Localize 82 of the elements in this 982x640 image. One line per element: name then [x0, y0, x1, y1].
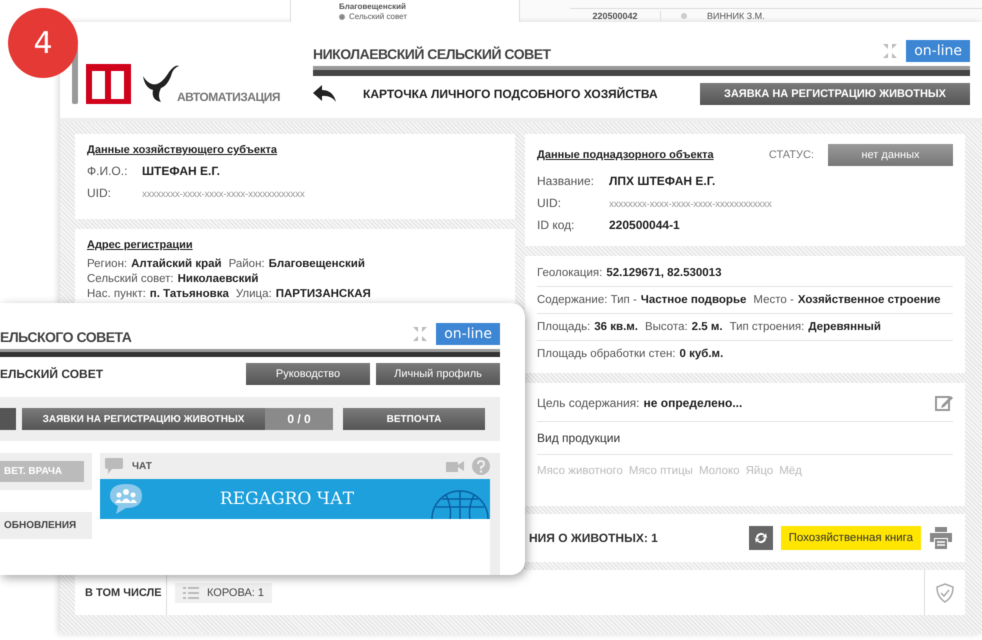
collapse-icon[interactable] [412, 326, 428, 342]
household-book-button[interactable]: Похозяйственная книга [780, 526, 921, 550]
field-value: 36 кв.м. [594, 321, 638, 333]
field-value: не определено... [644, 396, 742, 410]
shield-check-icon [936, 582, 954, 602]
request-counter: 0 / 0 [265, 408, 333, 430]
card-title: КАРТОЧКА ЛИЧНОГО ПОДСОБНОГО ХОЗЯЙСТВА [363, 87, 659, 101]
edit-icon[interactable] [935, 394, 953, 412]
field-value: п. Татьяновка [150, 288, 229, 300]
status-value: нет данных [828, 144, 953, 166]
field-value: Николаевский [178, 273, 258, 285]
header-button[interactable]: Руководство [246, 363, 370, 385]
refresh-button[interactable] [748, 526, 773, 550]
step-badge: 4 [8, 8, 78, 78]
list-icon [183, 586, 199, 598]
field-value: Хозяйственное строение [798, 294, 940, 306]
field-value: 2.5 м. [692, 321, 723, 333]
field-value: ПАРТИЗАНСКАЯ [276, 288, 371, 300]
speech-bubble-icon [104, 457, 124, 475]
field-label: Площадь обработки стен: [537, 348, 676, 360]
section-heading: Данные поднадзорного объекта [537, 149, 715, 161]
table-cell: ВИННИК З.М. [707, 10, 765, 20]
window-title: НИКОЛАЕВСКИЙ СЕЛЬСКИЙ СОВЕТ [313, 46, 551, 62]
chat-title: ЧАТ [132, 460, 153, 472]
field-label: Район: [228, 258, 265, 270]
menu-button[interactable]: ЗАЯВКИ НА РЕГИСТРАЦИЮ ЖИВОТНЫХ [22, 408, 265, 430]
field-label: Содержание: Тип - [537, 294, 637, 306]
radio-label: Сельский совет [349, 12, 408, 22]
field-value: ШТЕФАН Е.Г. [142, 164, 220, 178]
field-label: Сельский совет: [87, 273, 174, 285]
section-heading: Адрес регистрации [87, 239, 194, 251]
field-label: Нас. пункт: [87, 288, 146, 300]
animals-title: НИЯ О ЖИВОТНЫХ: 1 [528, 531, 659, 545]
collapse-icon[interactable] [882, 43, 898, 59]
field-value: 0 куб.м. [680, 348, 724, 360]
field-label: Название: [537, 174, 595, 188]
register-animals-button[interactable]: ЗАЯВКА НА РЕГИСТРАЦИЮ ЖИВОТНЫХ [700, 83, 970, 105]
field-label: Тип строения: [730, 321, 804, 333]
field-value: ЛПХ ШТЕФАН Е.Г. [609, 174, 716, 188]
chat-banner-title: REGAGRO ЧАТ [218, 489, 356, 509]
field-value: 52.129671, 82.530013 [606, 267, 722, 279]
field-value: Благовещенский [268, 258, 365, 270]
products-heading: Вид продукции [537, 431, 620, 445]
district-label: Благовещенский [339, 2, 407, 12]
field-label: UID: [537, 196, 562, 210]
window-subtitle: ЕЛЬСКИЙ СОВЕТ [0, 367, 104, 381]
field-value: xxxxxxxx-xxxx-xxxx-xxxx-xxxxxxxxxxxx [142, 189, 305, 200]
field-label: Высота: [644, 321, 688, 333]
logo-mark-icon [86, 64, 131, 104]
header-button[interactable]: Личный профиль [376, 363, 500, 385]
field-value: 220500044-1 [609, 218, 680, 232]
logo-caption: АВТОМАТИЗАЦИЯ [177, 90, 280, 104]
field-label: UID: [87, 186, 112, 200]
animal-count-tag: КОРОВА: 1 [175, 582, 272, 602]
dot-icon [681, 12, 687, 18]
help-icon[interactable] [472, 457, 490, 475]
refresh-icon [754, 531, 768, 545]
field-label: Улица: [236, 288, 272, 300]
section-heading: Данные хозяйствующего субъекта [87, 144, 278, 156]
field-label: Регион: [87, 258, 128, 270]
online-status: on-line [436, 323, 500, 345]
field-value: xxxxxxxx-xxxx-xxxx-xxxx-xxxxxxxxxxxx [609, 199, 772, 210]
people-bubble-icon [108, 483, 144, 515]
menu-button[interactable]: ВЕТПОЧТА [343, 408, 485, 430]
status-label: СТАТУС: [768, 149, 814, 161]
field-value: Частное подворье [640, 294, 746, 306]
printer-icon[interactable] [929, 527, 953, 549]
field-value: Деревянный [808, 321, 881, 333]
field-label: Цель содержания: [537, 396, 640, 410]
side-section[interactable]: ОБНОВЛЕНИЯ [0, 512, 92, 539]
video-camera-icon[interactable] [446, 460, 464, 472]
field-label: Место - [753, 294, 794, 306]
field-label: Площадь: [537, 321, 590, 333]
window-title: ЕЛЬСКОГО СОВЕТА [0, 329, 132, 345]
table-cell: 220500042 [570, 10, 661, 20]
back-icon[interactable] [313, 85, 337, 103]
field-label: Геолокация: [537, 267, 602, 279]
radio-button[interactable] [339, 14, 345, 20]
online-status: on-line [906, 40, 970, 62]
field-label: Ф.И.О.: [87, 164, 128, 178]
field-value: Алтайский край [131, 258, 222, 270]
field-label: ID код: [537, 218, 576, 232]
